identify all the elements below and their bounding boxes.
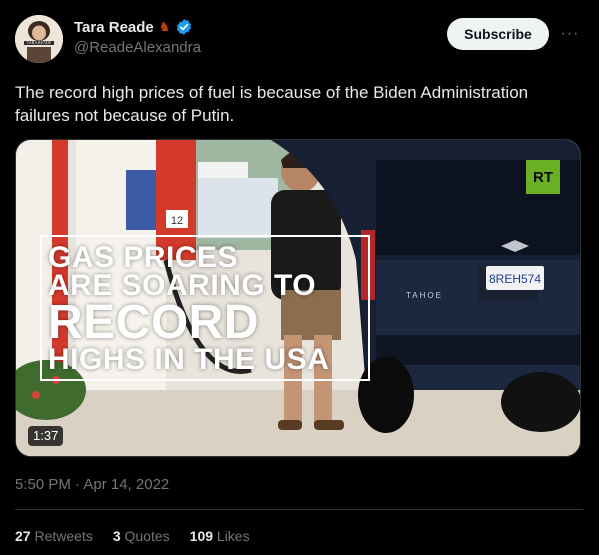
avatar-text: TARA READE — [27, 40, 52, 45]
tweet-text: The record high prices of fuel is becaus… — [15, 83, 529, 125]
license-plate: 8REH574 — [489, 272, 541, 286]
tweet-card[interactable]: TARA READE Tara Reade ♞ @ReadeAlexandra … — [0, 0, 599, 555]
likes-label: Likes — [216, 528, 250, 544]
retweets-label: Retweets — [34, 528, 93, 544]
horse-icon: ♞ — [158, 19, 171, 34]
author-name-row[interactable]: Tara Reade ♞ — [74, 18, 193, 36]
pump-number: 12 — [171, 215, 183, 227]
subscribe-button[interactable]: Subscribe — [447, 18, 549, 50]
likes-stat[interactable]: 109 Likes — [190, 528, 250, 544]
retweets-count: 27 — [15, 528, 31, 544]
more-options-icon[interactable]: ··· — [557, 22, 583, 46]
divider — [15, 509, 583, 510]
headline-line: RECORD — [48, 296, 260, 349]
retweets-stat[interactable]: 27 Retweets — [15, 528, 93, 544]
avatar[interactable]: TARA READE — [15, 15, 63, 63]
tweet-timestamp[interactable]: 5:50 PM · Apr 14, 2022 — [15, 476, 169, 493]
video-player[interactable]: 12 8REH574 TAHOE RT GAS PRICES ARE SOARI… — [15, 139, 581, 457]
video-duration: 1:37 — [28, 426, 64, 446]
video-headline: GAS PRICES ARE SOARING TO RECORD HIGHS I… — [48, 241, 330, 376]
author-handle[interactable]: @ReadeAlexandra — [74, 39, 201, 56]
quotes-label: Quotes — [124, 528, 170, 544]
vehicle-badge: TAHOE — [406, 291, 443, 300]
rt-logo: RT — [526, 160, 560, 194]
avatar-image: TARA READE — [15, 15, 63, 63]
quotes-count: 3 — [112, 528, 121, 544]
engagement-stats: 27 Retweets 3 Quotes 109 Likes — [15, 528, 250, 544]
likes-count: 109 — [189, 528, 214, 544]
quotes-stat[interactable]: 3 Quotes — [113, 528, 170, 544]
verified-badge-icon[interactable] — [175, 18, 193, 36]
headline-line: HIGHS IN THE USA — [48, 343, 330, 376]
display-name[interactable]: Tara Reade — [74, 19, 154, 36]
headline-line: GAS PRICES — [48, 241, 239, 274]
